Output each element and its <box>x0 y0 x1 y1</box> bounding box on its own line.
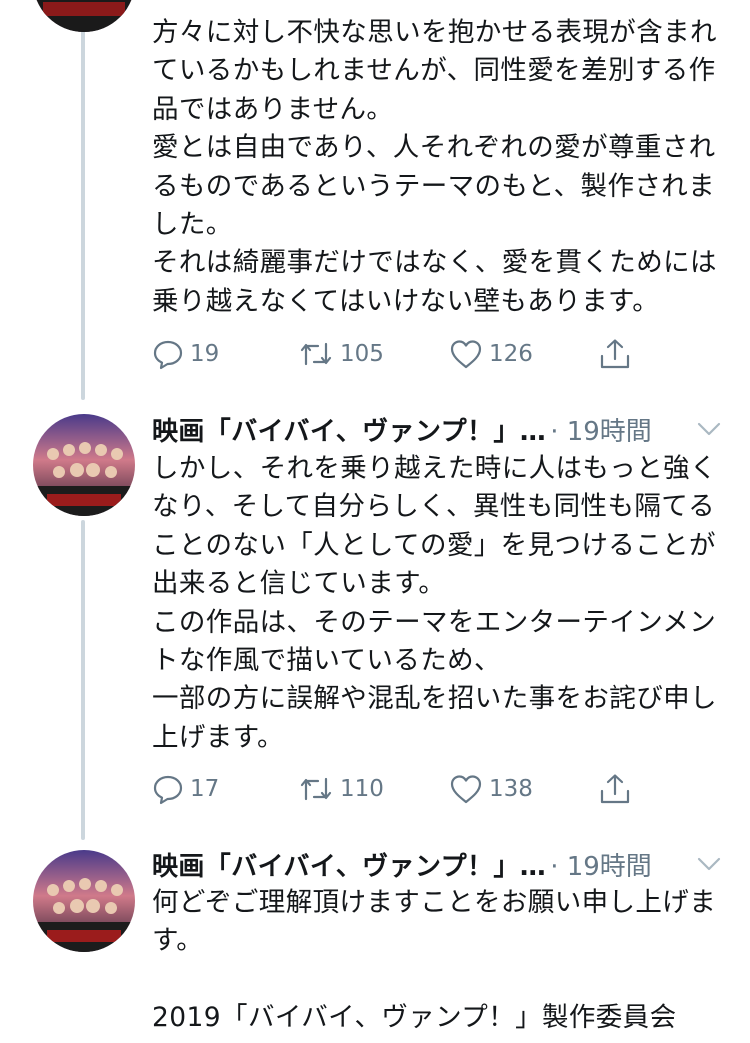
share-button[interactable] <box>598 769 638 809</box>
tweet-actions: 19 105 126 <box>152 334 652 374</box>
reply-count: 19 <box>190 341 220 367</box>
tweet-actions: 17 110 138 <box>152 769 652 809</box>
like-count: 126 <box>489 341 533 367</box>
chevron-down-icon[interactable] <box>696 418 722 440</box>
chevron-down-icon[interactable] <box>696 853 722 875</box>
like-button[interactable]: 126 <box>449 334 533 374</box>
tweet-header: 映画「バイバイ、ヴァンプ！」… · 19時間 <box>152 845 732 883</box>
avatar[interactable] <box>33 414 135 516</box>
reply-icon <box>153 775 183 805</box>
reply-icon <box>153 340 183 370</box>
retweet-icon <box>300 777 332 801</box>
heart-icon <box>450 775 482 804</box>
share-button[interactable] <box>598 334 638 374</box>
display-name[interactable]: 映画「バイバイ、ヴァンプ！」… <box>152 411 546 448</box>
tweet-text: 何どぞご理解頂けますことをお願い申し上げます。 2019「バイバイ、ヴァンプ！」… <box>152 887 717 1034</box>
reply-button[interactable]: 17 <box>152 769 219 809</box>
tweet-header: 映画「バイバイ、ヴァンプ！」… · 19時間 <box>152 410 732 448</box>
timestamp[interactable]: · 19時間 <box>550 411 652 448</box>
display-name[interactable]: 映画「バイバイ、ヴァンプ！」… <box>152 846 546 883</box>
retweet-icon <box>300 342 332 366</box>
retweet-count: 105 <box>340 341 384 367</box>
tweet-text: 方々に対し不快な思いを抱かせる表現が含まれているかもしれませんが、同性愛を差別す… <box>152 17 717 317</box>
thread-line <box>81 0 85 400</box>
avatar[interactable] <box>33 850 135 952</box>
share-icon <box>600 339 630 369</box>
thread-line <box>81 520 85 840</box>
reply-count: 17 <box>190 776 220 802</box>
tweet-text: しかし、それを乗り越えた時に人はもっと強くなり、そして自分らしく、異性も同性も隔… <box>152 453 717 753</box>
retweet-button[interactable]: 105 <box>298 334 384 374</box>
share-icon <box>600 774 630 804</box>
like-button[interactable]: 138 <box>449 769 533 809</box>
like-count: 138 <box>489 776 533 802</box>
reply-button[interactable]: 19 <box>152 334 219 374</box>
timestamp[interactable]: · 19時間 <box>550 846 652 883</box>
retweet-count: 110 <box>340 776 384 802</box>
heart-icon <box>450 340 482 369</box>
avatar[interactable] <box>33 0 135 32</box>
retweet-button[interactable]: 110 <box>298 769 384 809</box>
